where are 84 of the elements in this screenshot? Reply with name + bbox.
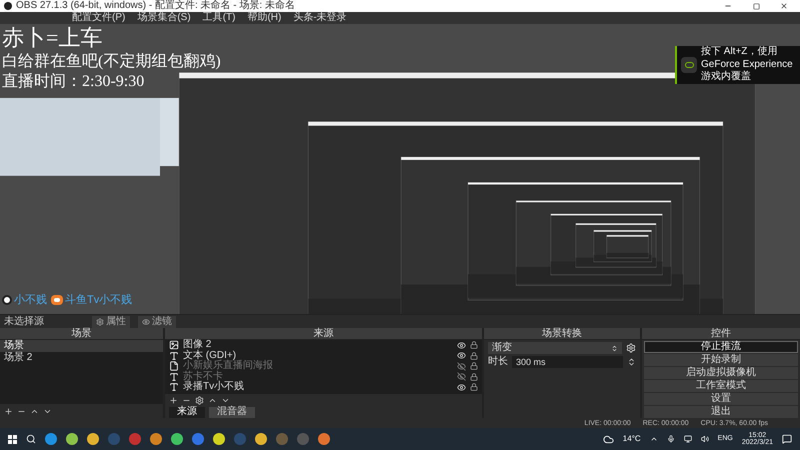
cloud-icon [602, 434, 614, 444]
toolbar-button[interactable]: 属性 [92, 316, 130, 328]
overlay-text: 直播时间：2:30-9:30 [2, 72, 146, 92]
panel-header: 场景转换 [484, 328, 640, 340]
menu-item[interactable]: 配置文件(P) [72, 13, 126, 23]
app-icon[interactable] [213, 433, 225, 445]
app-icon[interactable] [87, 433, 99, 445]
scene-item[interactable]: 场景 [0, 340, 163, 352]
control-button[interactable]: 开始录制 [644, 354, 798, 366]
channel-tag-text: 斗鱼Tv小不贱 [65, 292, 132, 308]
control-button[interactable]: 退出 [644, 406, 798, 418]
lock-icon[interactable] [470, 383, 478, 392]
settings-icon[interactable] [626, 343, 636, 353]
source-item[interactable]: 小新娱乐直播间海报 [165, 361, 482, 372]
menu-item[interactable]: 场景集合(S) [137, 13, 191, 23]
source-item[interactable]: 录播Tv小不贱 [165, 382, 482, 392]
add-icon[interactable] [169, 396, 178, 404]
panel-header: 控件 [642, 328, 800, 340]
notification-icon[interactable] [782, 434, 792, 444]
microphone-icon[interactable] [666, 435, 675, 443]
app-icon[interactable] [66, 433, 78, 445]
control-button[interactable]: 停止推流 [644, 341, 798, 353]
app-icon[interactable] [171, 433, 183, 445]
maximize-icon [752, 2, 760, 10]
text-icon [169, 382, 179, 392]
menu-item[interactable]: 帮助(H) [247, 13, 282, 23]
control-button[interactable]: 启动虚拟摄像机 [644, 367, 798, 379]
source-item[interactable]: 图像 2 [165, 340, 482, 350]
image-icon [169, 340, 179, 350]
app-icon[interactable] [150, 433, 162, 445]
lock-icon[interactable] [470, 352, 478, 360]
no-source-label: 未选择源 [4, 316, 45, 326]
four-squares-icon[interactable] [8, 434, 17, 444]
settings-icon[interactable] [195, 396, 204, 404]
duration-label: 时长 [488, 357, 508, 367]
channel-tag-text: 小不贱 [14, 292, 47, 308]
menu-item[interactable]: 工具(T) [202, 13, 236, 23]
up-down-icon [611, 344, 618, 352]
app-icon[interactable] [318, 433, 330, 445]
menu-item[interactable]: 头条-未登录 [293, 13, 347, 23]
overlay-text: 白给群在鱼吧(不定期组包翻鸡) [2, 52, 221, 72]
control-button[interactable]: 设置 [644, 393, 798, 405]
app-icon[interactable] [255, 433, 267, 445]
chevron-up-icon[interactable] [650, 435, 658, 443]
panel-header: 来源 [165, 328, 482, 340]
notification-text: 按下 Alt+Z，使用 GeForce Experience 游戏内覆盖 [701, 46, 794, 84]
control-button[interactable]: 工作室模式 [644, 380, 798, 392]
overlay-text: 赤卜=上车 [2, 24, 104, 52]
speaker-icon[interactable] [700, 435, 709, 443]
text-icon [169, 350, 179, 361]
toolbar-button[interactable]: 滤镜 [138, 316, 176, 328]
source-label: 苏卡不卡 [183, 372, 223, 382]
search-icon[interactable] [26, 434, 36, 444]
transition-select[interactable]: 渐变 [488, 342, 622, 354]
eye-icon[interactable] [457, 340, 466, 350]
duration-field[interactable]: 300 ms [512, 356, 623, 368]
source-label: 文本 (GDI+) [183, 350, 236, 361]
app-icon[interactable] [45, 433, 57, 445]
dock-tab[interactable]: 来源 [169, 406, 205, 418]
lock-icon[interactable] [470, 372, 478, 381]
source-item[interactable]: 苏卡不卡 [165, 372, 482, 382]
source-item[interactable]: 文本 (GDI+) [165, 350, 482, 361]
file-icon [169, 361, 179, 372]
monitor-icon[interactable] [684, 435, 692, 443]
eye-icon[interactable] [457, 382, 466, 392]
spinner-icon[interactable] [627, 357, 636, 367]
app-logo-icon [4, 2, 12, 10]
dock-tab[interactable]: 混音器 [209, 406, 255, 418]
eye-off-icon[interactable] [457, 372, 466, 382]
gear-icon [96, 318, 104, 326]
add-icon[interactable] [4, 406, 13, 416]
source-label: 图像 2 [183, 340, 212, 350]
eye-icon[interactable] [457, 351, 466, 360]
source-label: 录播Tv小不贱 [183, 382, 246, 392]
weather-text: 14°C [622, 433, 641, 445]
lock-icon[interactable] [470, 362, 478, 370]
source-label: 小新娱乐直播间海报 [183, 361, 274, 372]
scene-item[interactable]: 场景 2 [0, 352, 163, 364]
close-icon [780, 2, 788, 10]
eye-off-icon[interactable] [457, 362, 466, 371]
eye-icon [142, 318, 150, 326]
text-icon [169, 372, 179, 382]
panel-header: 场景 [0, 328, 163, 340]
lock-icon[interactable] [470, 341, 478, 350]
